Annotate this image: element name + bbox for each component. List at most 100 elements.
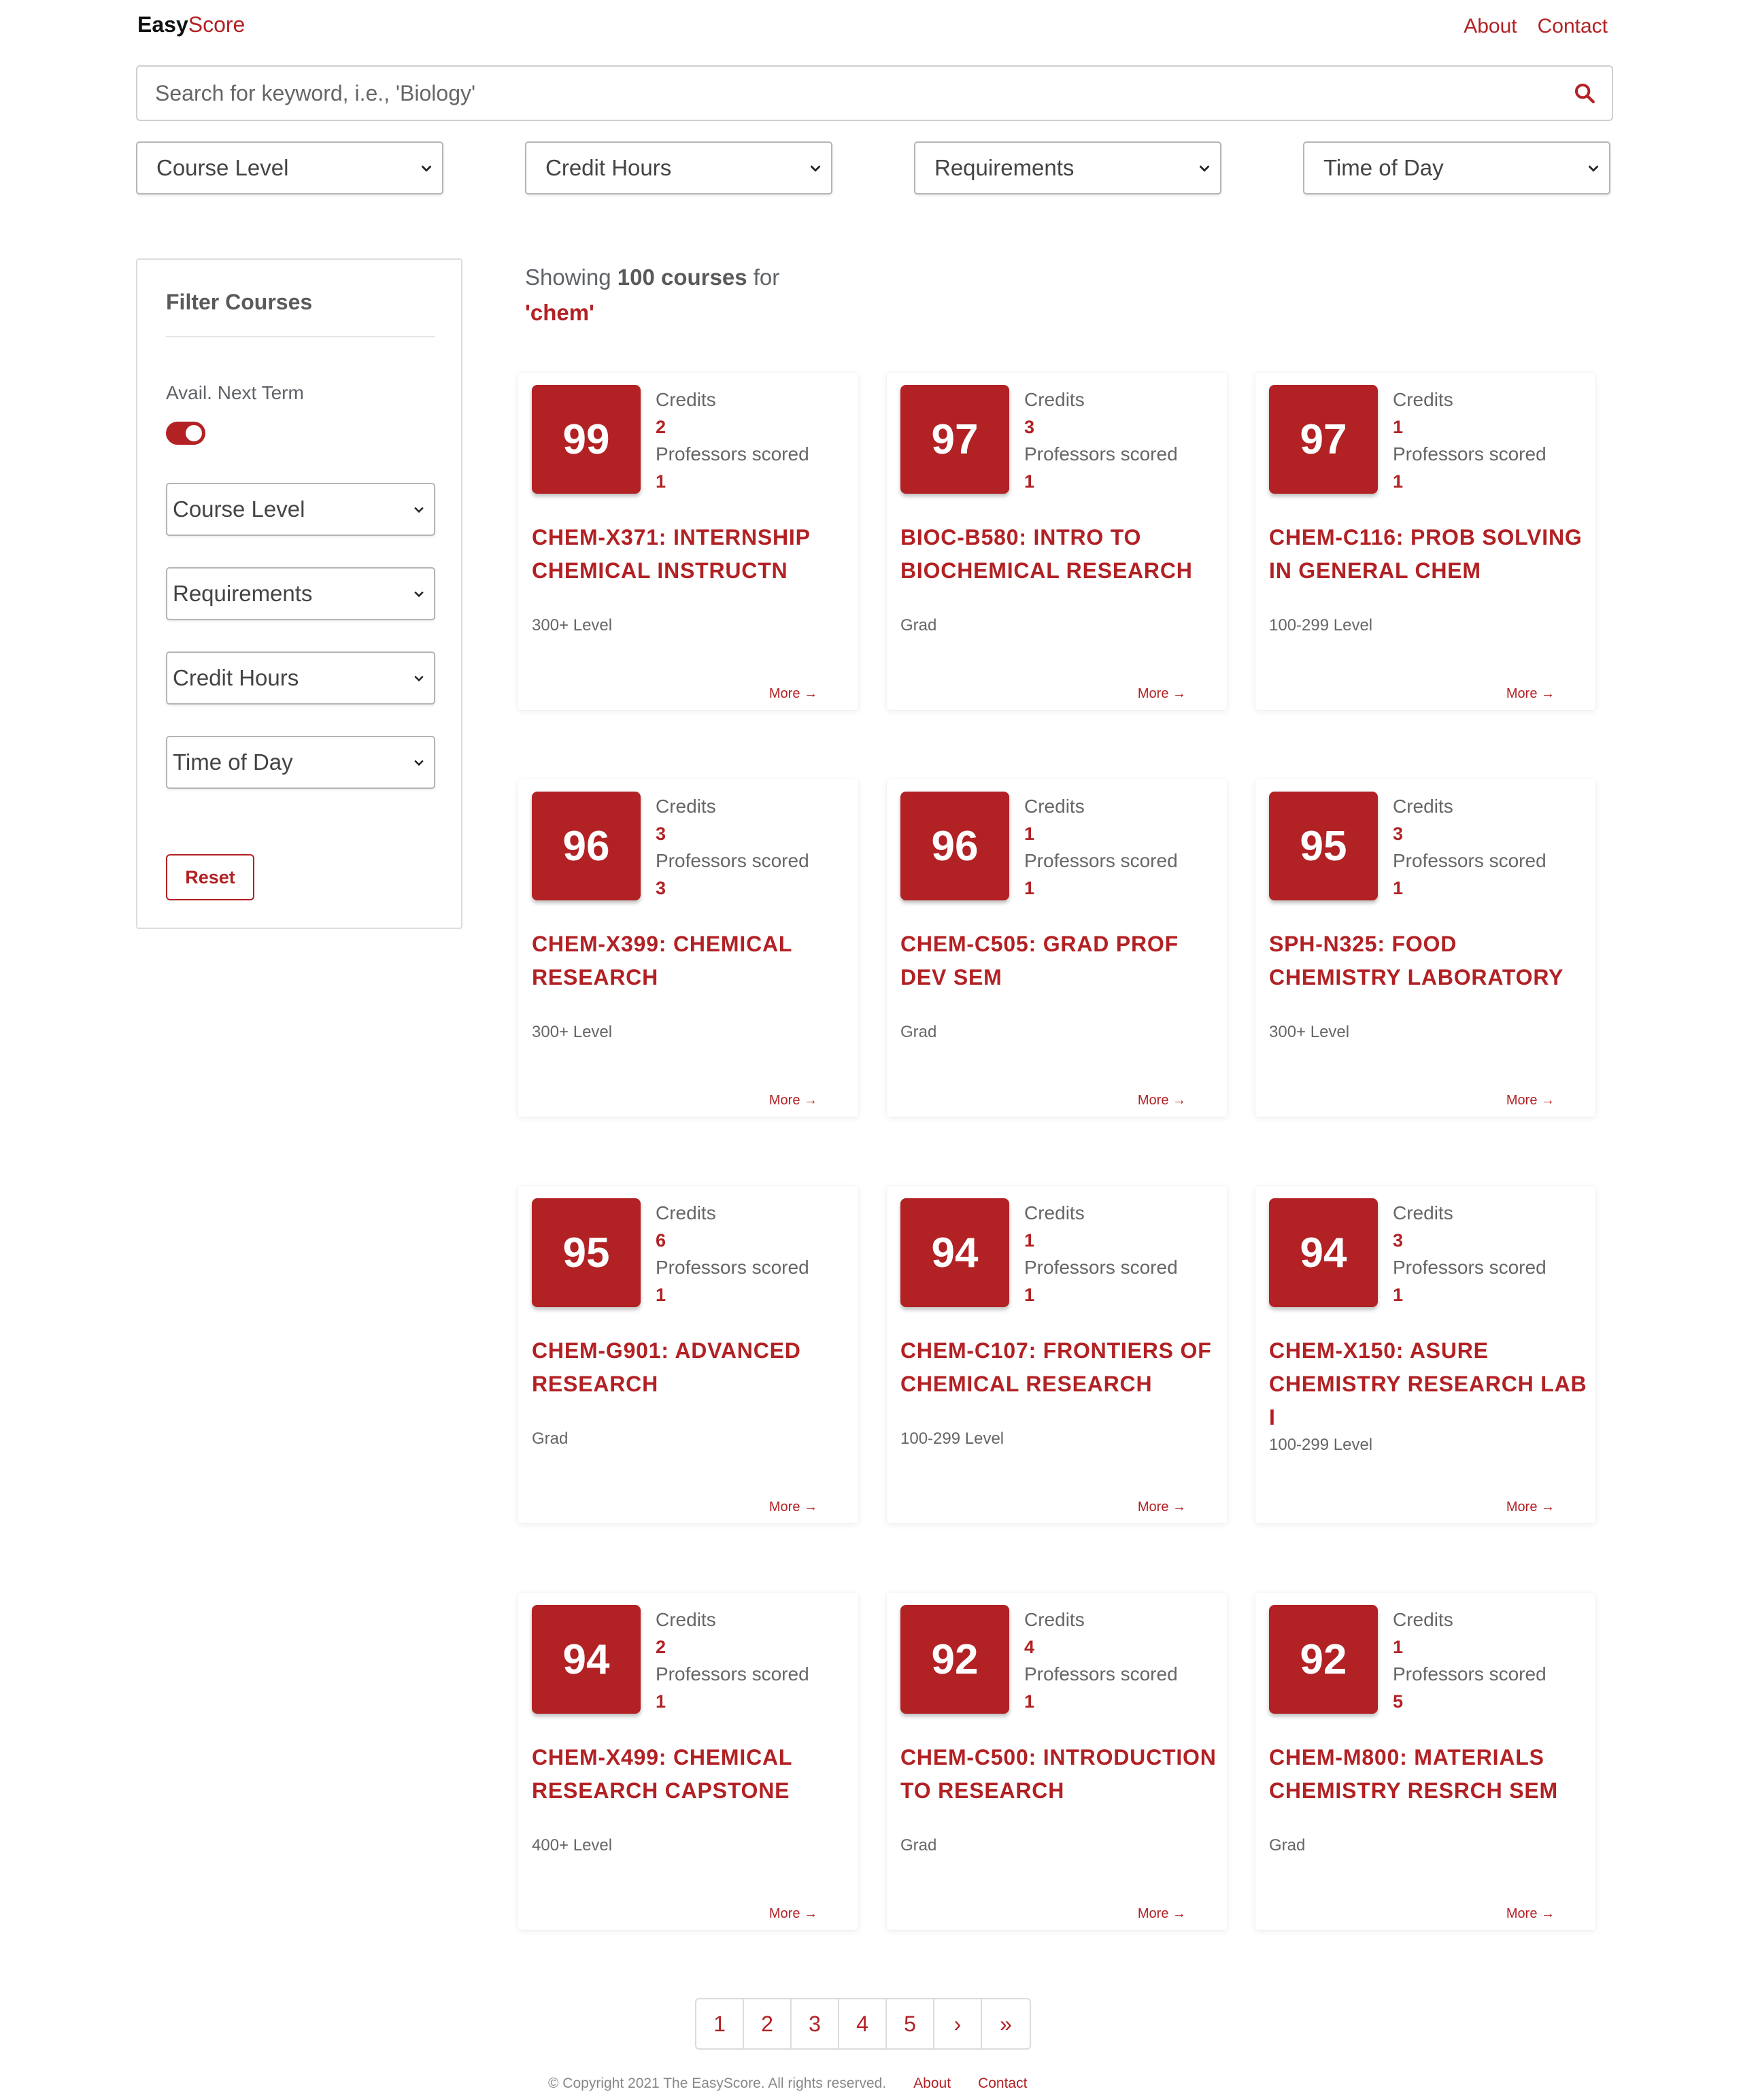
professors-label: Professors scored — [1393, 1257, 1546, 1278]
credits-label: Credits — [1393, 1609, 1453, 1630]
professors-label: Professors scored — [1024, 443, 1178, 464]
credits-label: Credits — [1393, 389, 1453, 410]
course-level: 100-299 Level — [1269, 616, 1373, 634]
course-card[interactable]: 94 Credits 2 Professors scored 1 CHEM-X4… — [518, 1593, 858, 1930]
chevron-down-icon — [810, 165, 821, 172]
more-link[interactable]: More → — [769, 1906, 817, 1922]
course-card[interactable]: 94 Credits 3 Professors scored 1 CHEM-X1… — [1255, 1186, 1595, 1523]
page-5[interactable]: 5 — [887, 1999, 934, 2048]
chevron-down-icon — [1199, 165, 1210, 172]
score-badge: 97 — [900, 385, 1009, 494]
course-card[interactable]: 95 Credits 6 Professors scored 1 CHEM-G9… — [518, 1186, 858, 1523]
more-link[interactable]: More → — [1506, 1906, 1555, 1922]
reset-button[interactable]: Reset — [166, 854, 254, 900]
credits-value: 1 — [1393, 1637, 1404, 1657]
course-card[interactable]: 97 Credits 1 Professors scored 1 CHEM-C1… — [1255, 373, 1595, 710]
more-link[interactable]: More → — [769, 686, 817, 702]
course-title[interactable]: CHEM-X150: ASURE CHEMISTRY RESEARCH LAB … — [1269, 1334, 1589, 1434]
avail-next-term-toggle[interactable] — [166, 422, 205, 445]
page-2[interactable]: 2 — [744, 1999, 792, 2048]
score-badge: 92 — [1269, 1605, 1378, 1714]
course-title[interactable]: CHEM-X499: CHEMICAL RESEARCH CAPSTONE — [532, 1741, 851, 1808]
next-page-button[interactable]: › — [934, 1999, 982, 2048]
more-link[interactable]: More → — [769, 1500, 817, 1515]
course-title[interactable]: BIOC-B580: INTRO TO BIOCHEMICAL RESEARCH — [900, 521, 1220, 588]
nav-contact-link[interactable]: Contact — [1538, 15, 1608, 38]
credits-value: 6 — [656, 1230, 666, 1251]
page-1[interactable]: 1 — [696, 1999, 744, 2048]
sidebar-time-of-day-select[interactable]: Time of Day — [166, 736, 435, 789]
course-card[interactable]: 95 Credits 3 Professors scored 1 SPH-N32… — [1255, 779, 1595, 1117]
top-credit-hours-select[interactable]: Credit Hours — [525, 141, 832, 194]
score-badge: 94 — [532, 1605, 641, 1714]
more-link[interactable]: More → — [1506, 1500, 1555, 1515]
filter-panel: Filter Courses Avail. Next Term Course L… — [136, 258, 462, 929]
course-title[interactable]: CHEM-M800: MATERIALS CHEMISTRY RESRCH SE… — [1269, 1741, 1589, 1808]
course-title[interactable]: CHEM-G901: ADVANCED RESEARCH — [532, 1334, 851, 1401]
credits-label: Credits — [1393, 796, 1453, 817]
sidebar-credit-hours-select[interactable]: Credit Hours — [166, 651, 435, 705]
search-bar — [136, 65, 1613, 121]
course-card[interactable]: 96 Credits 3 Professors scored 3 CHEM-X3… — [518, 779, 858, 1117]
course-card[interactable]: 99 Credits 2 Professors scored 1 CHEM-X3… — [518, 373, 858, 710]
credits-label: Credits — [656, 796, 716, 817]
course-title[interactable]: CHEM-C505: GRAD PROF DEV SEM — [900, 928, 1220, 994]
divider — [166, 336, 435, 337]
credits-value: 3 — [1393, 824, 1404, 844]
brand-logo[interactable]: EasyScore — [137, 12, 245, 37]
search-input[interactable] — [137, 67, 1557, 120]
course-title[interactable]: CHEM-X399: CHEMICAL RESEARCH — [532, 928, 851, 994]
professors-label: Professors scored — [656, 850, 809, 871]
more-link[interactable]: More → — [1506, 1093, 1555, 1108]
course-title[interactable]: SPH-N325: FOOD CHEMISTRY LABORATORY — [1269, 928, 1589, 994]
course-level: 100-299 Level — [900, 1429, 1004, 1448]
credits-value: 4 — [1024, 1637, 1035, 1657]
more-link[interactable]: More → — [1506, 686, 1555, 702]
nav-about-link[interactable]: About — [1464, 15, 1517, 38]
more-link[interactable]: More → — [1138, 1500, 1186, 1515]
more-link[interactable]: More → — [1138, 686, 1186, 702]
more-link[interactable]: More → — [1138, 1093, 1186, 1108]
professors-value: 5 — [1393, 1691, 1404, 1712]
select-value: Time of Day — [1323, 155, 1444, 180]
course-card[interactable]: 92 Credits 4 Professors scored 1 CHEM-C5… — [887, 1593, 1227, 1930]
top-course-level-select[interactable]: Course Level — [136, 141, 443, 194]
professors-label: Professors scored — [656, 1257, 809, 1278]
last-page-button[interactable]: » — [982, 1999, 1030, 2048]
score-badge: 95 — [1269, 792, 1378, 900]
page-4[interactable]: 4 — [839, 1999, 887, 2048]
course-title[interactable]: CHEM-C500: INTRODUCTION TO RESEARCH — [900, 1741, 1220, 1808]
select-value: Time of Day — [173, 749, 293, 775]
score-badge: 96 — [900, 792, 1009, 900]
credits-value: 3 — [656, 824, 666, 844]
sidebar-course-level-select[interactable]: Course Level — [166, 483, 435, 536]
sidebar-requirements-select[interactable]: Requirements — [166, 567, 435, 620]
footer: © Copyright 2021 The EasyScore. All righ… — [548, 2076, 1027, 2092]
professors-label: Professors scored — [1024, 1663, 1178, 1684]
course-card[interactable]: 94 Credits 1 Professors scored 1 CHEM-C1… — [887, 1186, 1227, 1523]
professors-label: Professors scored — [656, 443, 809, 464]
course-title[interactable]: CHEM-C107: FRONTIERS OF CHEMICAL RESEARC… — [900, 1334, 1220, 1401]
course-level: Grad — [1269, 1836, 1306, 1855]
professors-value: 1 — [656, 471, 666, 492]
course-card[interactable]: 92 Credits 1 Professors scored 5 CHEM-M8… — [1255, 1593, 1595, 1930]
top-requirements-select[interactable]: Requirements — [914, 141, 1221, 194]
credits-label: Credits — [1393, 1202, 1453, 1223]
footer-about-link[interactable]: About — [913, 2076, 951, 2092]
more-link[interactable]: More → — [1138, 1906, 1186, 1922]
professors-label: Professors scored — [1393, 1663, 1546, 1684]
top-time-of-day-select[interactable]: Time of Day — [1303, 141, 1610, 194]
more-link[interactable]: More → — [769, 1093, 817, 1108]
course-title[interactable]: CHEM-X371: INTERNSHIP CHEMICAL INSTRUCTN — [532, 521, 851, 588]
course-card[interactable]: 97 Credits 3 Professors scored 1 BIOC-B5… — [887, 373, 1227, 710]
results-prefix: Showing — [525, 265, 611, 290]
footer-contact-link[interactable]: Contact — [978, 2076, 1027, 2092]
course-card[interactable]: 96 Credits 1 Professors scored 1 CHEM-C5… — [887, 779, 1227, 1117]
professors-label: Professors scored — [1024, 850, 1178, 871]
professors-value: 1 — [1024, 1691, 1035, 1712]
course-title[interactable]: CHEM-C116: PROB SOLVING IN GENERAL CHEM — [1269, 521, 1589, 588]
search-icon[interactable] — [1557, 67, 1612, 120]
page-3[interactable]: 3 — [792, 1999, 839, 2048]
results-count: 100 courses — [617, 265, 747, 290]
professors-label: Professors scored — [1393, 850, 1546, 871]
